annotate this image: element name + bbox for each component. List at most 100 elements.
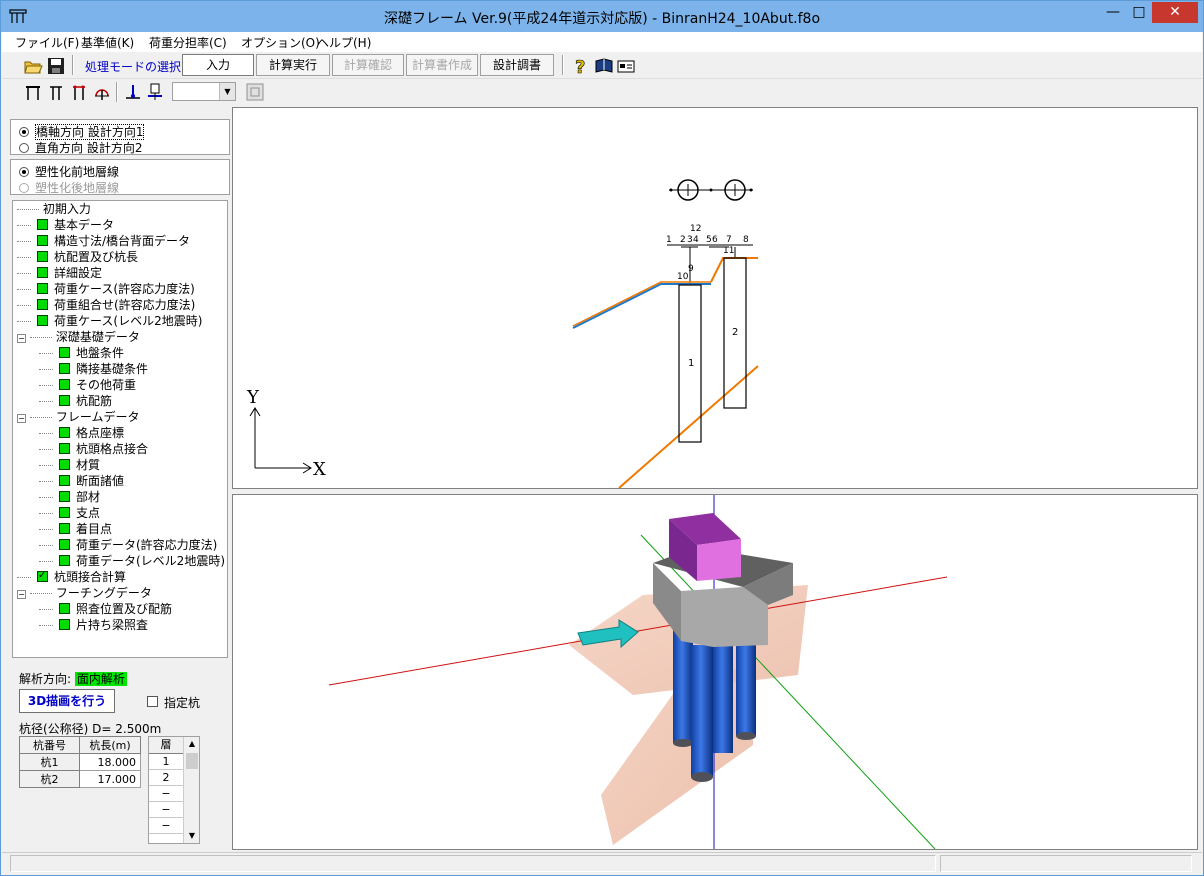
title-bar[interactable]: 深礎フレーム Ver.9(平成24年道示対応版) - BinranH24_10A… bbox=[1, 1, 1203, 32]
tree-connector bbox=[17, 305, 31, 306]
status-pane-secondary bbox=[940, 855, 1192, 872]
list-item[interactable]: 2 bbox=[149, 770, 184, 786]
mode-design-sheet-button[interactable]: 設計調書 bbox=[480, 54, 554, 76]
direction-option-1[interactable]: 橋軸方向 設計方向1 bbox=[19, 123, 145, 140]
mode-report-button[interactable]: 計算書作成 bbox=[406, 54, 478, 76]
analysis-direction: 解析方向: 面内解析 bbox=[19, 670, 127, 687]
menu-load-share[interactable]: 荷重分担率(C) bbox=[149, 34, 227, 51]
scroll-thumb[interactable] bbox=[186, 753, 198, 769]
tree-item-material[interactable]: 材質 bbox=[39, 457, 100, 473]
tree-item-support[interactable]: 支点 bbox=[39, 505, 100, 521]
draw-3d-button[interactable]: 3D描画を行う bbox=[19, 689, 115, 713]
tree-group-footing[interactable]: − フーチングデータ bbox=[17, 585, 152, 601]
tree-item-pile-head-node[interactable]: 杭頭格点接合 bbox=[39, 441, 148, 457]
manual-book-icon[interactable] bbox=[594, 56, 614, 76]
version-info-icon[interactable] bbox=[616, 56, 636, 76]
ground-line-blue bbox=[572, 283, 711, 329]
collapse-icon[interactable]: − bbox=[17, 414, 26, 423]
menu-standard-values[interactable]: 基準値(K) bbox=[81, 34, 134, 51]
tree-item-label: 杭頭接合計算 bbox=[54, 570, 127, 584]
tree-item-other-loads[interactable]: その他荷重 bbox=[39, 377, 136, 393]
tree-item-load-case-l2[interactable]: 荷重ケース(レベル2地震時) bbox=[17, 313, 202, 329]
tree-item-cantilever[interactable]: 片持ち梁照査 bbox=[39, 617, 148, 633]
tree-item-load-data-l2[interactable]: 荷重データ(レベル2地震時) bbox=[39, 553, 225, 569]
tree-item-load-combo-asd[interactable]: 荷重組合せ(許容応力度法) bbox=[17, 297, 195, 313]
tree-item-pile-layout[interactable]: 杭配置及び杭長 bbox=[17, 249, 138, 265]
minimize-button[interactable]: — bbox=[1100, 2, 1126, 23]
status-check-icon bbox=[37, 219, 48, 230]
frame-view-icon[interactable] bbox=[23, 82, 43, 102]
tree-item-initial-input[interactable]: 初期入力 bbox=[17, 201, 91, 217]
tree-item-section[interactable]: 断面諸値 bbox=[39, 473, 124, 489]
menu-help[interactable]: ヘルプ(H) bbox=[317, 34, 371, 51]
stratum-option-before-label: 塑性化前地層線 bbox=[35, 165, 120, 179]
chevron-down-icon[interactable]: ▼ bbox=[219, 83, 235, 100]
view-combo-select[interactable]: ▼ bbox=[172, 82, 236, 101]
menu-options[interactable]: オプション(O) bbox=[241, 34, 320, 51]
maximize-button[interactable]: □ bbox=[1126, 2, 1152, 23]
help-icon[interactable]: ? bbox=[570, 56, 590, 76]
support-view-icon[interactable] bbox=[92, 82, 112, 102]
footing-line-orange bbox=[710, 257, 758, 283]
direction-option-2[interactable]: 直角方向 設計方向2 bbox=[19, 139, 142, 156]
pile-length-cell[interactable]: 18.000 bbox=[79, 753, 141, 771]
chevron-up-icon[interactable]: ▲ bbox=[184, 737, 200, 751]
tree-item-node-coords[interactable]: 格点座標 bbox=[39, 425, 124, 441]
mode-check-button[interactable]: 計算確認 bbox=[332, 54, 404, 76]
table-row[interactable]: 杭1 18.000 bbox=[19, 753, 141, 771]
tree-item-detail-settings[interactable]: 詳細設定 bbox=[17, 265, 102, 281]
model-3d-canvas[interactable] bbox=[233, 495, 1197, 849]
tree-group-shinso[interactable]: − 深礎基礎データ bbox=[17, 329, 140, 345]
node-label: 3 bbox=[687, 235, 693, 245]
tree-item-check-position[interactable]: 照査位置及び配筋 bbox=[39, 601, 172, 617]
status-check-icon bbox=[59, 603, 70, 614]
specified-pile-checkbox[interactable] bbox=[147, 696, 158, 707]
tree-item-pile-rebar[interactable]: 杭配筋 bbox=[39, 393, 112, 409]
tree-item-pile-head-calc[interactable]: 杭頭接合計算 bbox=[17, 568, 127, 585]
radio-selected-icon bbox=[19, 127, 29, 137]
tree-item-adjacent[interactable]: 隣接基礎条件 bbox=[39, 361, 148, 377]
save-icon[interactable] bbox=[46, 56, 66, 76]
frame-2d-canvas[interactable]: 12 1 2 3 4 5 6 7 8 9 10 11 1 2 Y X bbox=[233, 108, 1197, 489]
load-arrow-icon[interactable] bbox=[123, 82, 143, 102]
list-item[interactable]: 1 bbox=[149, 754, 184, 770]
tree-item-member[interactable]: 部材 bbox=[39, 489, 100, 505]
tree-item-structure-dims[interactable]: 構造寸法/橋台背面データ bbox=[17, 233, 190, 249]
close-button[interactable]: ✕ bbox=[1152, 2, 1198, 23]
open-folder-icon[interactable] bbox=[23, 56, 43, 76]
tree-item-ground[interactable]: 地盤条件 bbox=[39, 345, 124, 361]
tree-item-load-data-asd[interactable]: 荷重データ(許容応力度法) bbox=[39, 537, 217, 553]
layer-scrollbar[interactable]: ▲ ▼ bbox=[183, 737, 199, 843]
list-item[interactable]: − bbox=[149, 802, 184, 818]
collapse-icon[interactable]: − bbox=[17, 334, 26, 343]
collapse-icon[interactable]: − bbox=[17, 590, 26, 599]
node-label: 7 bbox=[726, 235, 732, 245]
toolbar-separator bbox=[562, 55, 564, 75]
list-item[interactable]: − bbox=[149, 818, 184, 834]
mode-calculate-button[interactable]: 計算実行 bbox=[256, 54, 330, 76]
fit-view-icon[interactable] bbox=[245, 82, 265, 102]
chevron-down-icon[interactable]: ▼ bbox=[184, 829, 200, 843]
status-check-icon bbox=[37, 283, 48, 294]
node-view-icon[interactable] bbox=[69, 82, 89, 102]
model-3d-view[interactable] bbox=[232, 494, 1198, 850]
tree-item-basic-data[interactable]: 基本データ bbox=[17, 217, 114, 233]
mode-input-button[interactable]: 入力 bbox=[182, 54, 254, 76]
axis-indicator: Y X bbox=[246, 387, 326, 480]
tree-group-frame[interactable]: − フレームデータ bbox=[17, 409, 139, 425]
table-row[interactable]: 杭2 17.000 bbox=[19, 770, 141, 788]
stratum-option-before[interactable]: 塑性化前地層線 bbox=[19, 163, 119, 180]
tree-item-label: 構造寸法/橋台背面データ bbox=[54, 234, 191, 248]
pile-view-icon[interactable] bbox=[46, 82, 66, 102]
frame-2d-view[interactable]: 12 1 2 3 4 5 6 7 8 9 10 11 1 2 Y X bbox=[232, 107, 1198, 489]
pile-length-cell[interactable]: 17.000 bbox=[79, 770, 141, 788]
menu-file[interactable]: ファイル(F) bbox=[15, 34, 79, 51]
stratum-option-after[interactable]: 塑性化後地層線 bbox=[19, 179, 119, 196]
node-label: 12 bbox=[690, 224, 701, 234]
tree-item-load-case-asd[interactable]: 荷重ケース(許容応力度法) bbox=[17, 281, 195, 297]
pile-head-icon[interactable] bbox=[145, 82, 165, 102]
list-item[interactable]: − bbox=[149, 786, 184, 802]
tree-item-label: 片持ち梁照査 bbox=[76, 618, 149, 632]
layer-list[interactable]: 層 1 2 − − − ▲ ▼ bbox=[148, 736, 200, 844]
tree-item-focus-point[interactable]: 着目点 bbox=[39, 521, 112, 537]
